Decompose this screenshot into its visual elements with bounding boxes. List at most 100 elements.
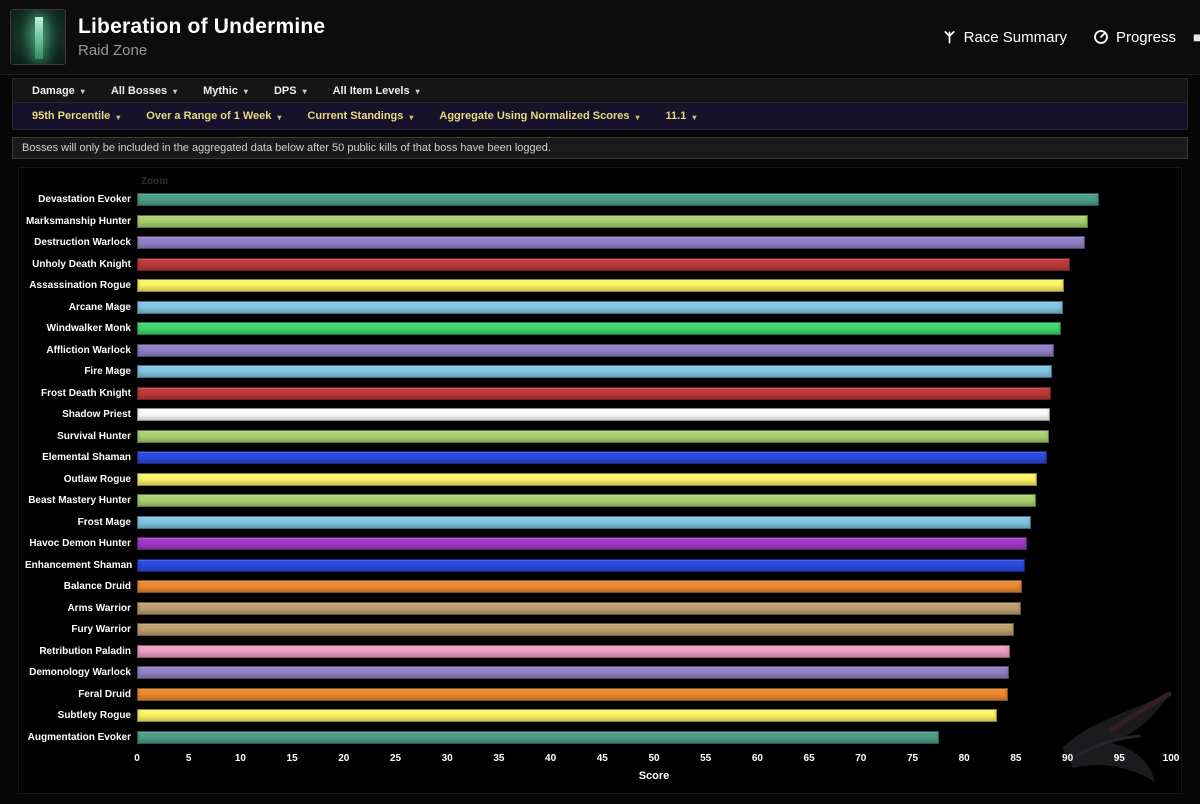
- spec-label[interactable]: Fire Mage: [25, 366, 137, 377]
- axis-tick-label: 30: [441, 753, 453, 764]
- filter-95th-percentile-dropdown[interactable]: 95th Percentile ▾: [19, 103, 133, 129]
- chart-row-arcane-mage: Arcane Mage: [25, 297, 1171, 319]
- chart-row-assassination-rogue: Assassination Rogue: [25, 275, 1171, 297]
- bar-area: [137, 537, 1171, 551]
- score-bar[interactable]: [137, 558, 1026, 572]
- axis-tick-label: 55: [700, 753, 712, 764]
- filter-all-bosses-dropdown[interactable]: All Bosses ▾: [98, 79, 190, 102]
- chart-row-outlaw-rogue: Outlaw Rogue: [25, 469, 1171, 491]
- score-bar[interactable]: [137, 257, 1070, 271]
- score-bar[interactable]: [137, 644, 1010, 658]
- spec-label[interactable]: Demonology Warlock: [25, 667, 137, 678]
- race-summary-icon: [942, 29, 957, 45]
- spec-label[interactable]: Windwalker Monk: [25, 323, 137, 334]
- spec-label[interactable]: Subtlety Rogue: [25, 710, 137, 721]
- spec-label[interactable]: Marksmanship Hunter: [25, 216, 137, 227]
- score-bar[interactable]: [137, 343, 1055, 357]
- score-bar[interactable]: [137, 279, 1065, 293]
- zoom-control-label[interactable]: Zoom: [141, 174, 1171, 189]
- spec-label[interactable]: Survival Hunter: [25, 431, 137, 442]
- bar-area: [137, 279, 1171, 293]
- score-bar[interactable]: [137, 365, 1053, 379]
- dps-rankings-chart: Zoom Devastation Evoker Marksmanship Hunt…: [18, 167, 1182, 794]
- chart-row-augmentation-evoker: Augmentation Evoker: [25, 727, 1171, 749]
- bar-area: [137, 343, 1171, 357]
- axis-tick-label: 70: [855, 753, 867, 764]
- bar-area: [137, 494, 1171, 508]
- filter-over-a-range-of-1-week-dropdown[interactable]: Over a Range of 1 Week ▾: [133, 103, 294, 129]
- score-bar[interactable]: [137, 472, 1037, 486]
- chart-row-marksmanship-hunter: Marksmanship Hunter: [25, 211, 1171, 233]
- filter-all-item-levels-dropdown[interactable]: All Item Levels ▾: [320, 79, 433, 102]
- bar-area: [137, 322, 1171, 336]
- filter-aggregate-using-normalized-scores-dropdown[interactable]: Aggregate Using Normalized Scores ▾: [426, 103, 652, 129]
- axis-tick-label: 10: [234, 753, 246, 764]
- spec-label[interactable]: Fury Warrior: [25, 624, 137, 635]
- bar-area: [137, 386, 1171, 400]
- title-block: Liberation of Undermine Raid Zone: [78, 15, 325, 59]
- spec-label[interactable]: Outlaw Rogue: [25, 474, 137, 485]
- spec-label[interactable]: Feral Druid: [25, 689, 137, 700]
- spec-label[interactable]: Havoc Demon Hunter: [25, 538, 137, 549]
- score-bar[interactable]: [137, 214, 1089, 228]
- spec-label[interactable]: Unholy Death Knight: [25, 259, 137, 270]
- score-bar[interactable]: [137, 386, 1052, 400]
- score-bar[interactable]: [137, 300, 1064, 314]
- spec-label[interactable]: Frost Mage: [25, 517, 137, 528]
- spec-label[interactable]: Devastation Evoker: [25, 194, 137, 205]
- spec-label[interactable]: Affliction Warlock: [25, 345, 137, 356]
- bar-area: [137, 214, 1171, 228]
- score-bar[interactable]: [137, 193, 1099, 207]
- score-bar[interactable]: [137, 687, 1008, 701]
- spec-label[interactable]: Retribution Paladin: [25, 646, 137, 657]
- secondary-filter-bar: 95th Percentile ▾ Over a Range of 1 Week ▾ C…: [12, 103, 1188, 130]
- spec-label[interactable]: Elemental Shaman: [25, 452, 137, 463]
- chart-row-feral-druid: Feral Druid: [25, 684, 1171, 706]
- spec-label[interactable]: Frost Death Knight: [25, 388, 137, 399]
- chart-row-frost-death-knight: Frost Death Knight: [25, 383, 1171, 405]
- score-bar[interactable]: [137, 537, 1028, 551]
- score-bar[interactable]: [137, 730, 940, 744]
- nav-race-summary[interactable]: Race Summary: [942, 29, 1067, 46]
- score-bar[interactable]: [137, 709, 998, 723]
- chevron-down-icon: ▾: [409, 112, 414, 122]
- chevron-down-icon: ▾: [80, 87, 85, 96]
- spec-label[interactable]: Destruction Warlock: [25, 237, 137, 248]
- score-bar[interactable]: [137, 494, 1036, 508]
- bar-area: [137, 193, 1171, 207]
- spec-label[interactable]: Arms Warrior: [25, 603, 137, 614]
- filter-damage-dropdown[interactable]: Damage ▾: [19, 79, 98, 102]
- score-bar[interactable]: [137, 515, 1032, 529]
- spec-label[interactable]: Balance Druid: [25, 581, 137, 592]
- spec-label[interactable]: Assassination Rogue: [25, 280, 137, 291]
- x-axis-title: Score: [638, 770, 670, 782]
- spec-label[interactable]: Arcane Mage: [25, 302, 137, 313]
- score-bar[interactable]: [137, 451, 1047, 465]
- nav-clipped-item[interactable]: ■: [1193, 29, 1200, 45]
- score-bar[interactable]: [137, 666, 1009, 680]
- score-bar[interactable]: [137, 429, 1049, 443]
- bar-area: [137, 666, 1171, 680]
- score-bar[interactable]: [137, 580, 1023, 594]
- score-bar[interactable]: [137, 601, 1022, 615]
- spec-label[interactable]: Augmentation Evoker: [25, 732, 137, 743]
- page-subtitle: Raid Zone: [78, 42, 148, 59]
- filter-mythic-dropdown[interactable]: Mythic ▾: [190, 79, 261, 102]
- score-bar[interactable]: [137, 236, 1086, 250]
- bar-area: [137, 300, 1171, 314]
- chart-row-demonology-warlock: Demonology Warlock: [25, 662, 1171, 684]
- bar-area: [137, 558, 1171, 572]
- score-bar[interactable]: [137, 623, 1014, 637]
- spec-label[interactable]: Beast Mastery Hunter: [25, 495, 137, 506]
- nav-progress[interactable]: Progress: [1093, 29, 1176, 46]
- filter-dps-dropdown[interactable]: DPS ▾: [261, 79, 320, 102]
- filter-11-1-dropdown[interactable]: 11.1 ▾: [653, 103, 710, 129]
- axis-tick-label: 75: [906, 753, 919, 764]
- spec-label[interactable]: Shadow Priest: [25, 409, 137, 420]
- score-bar[interactable]: [137, 408, 1051, 422]
- spec-label[interactable]: Enhancement Shaman: [25, 560, 137, 571]
- chart-row-fire-mage: Fire Mage: [25, 361, 1171, 383]
- axis-tick-label: 45: [596, 753, 608, 764]
- filter-current-standings-dropdown[interactable]: Current Standings ▾: [294, 103, 426, 129]
- score-bar[interactable]: [137, 322, 1062, 336]
